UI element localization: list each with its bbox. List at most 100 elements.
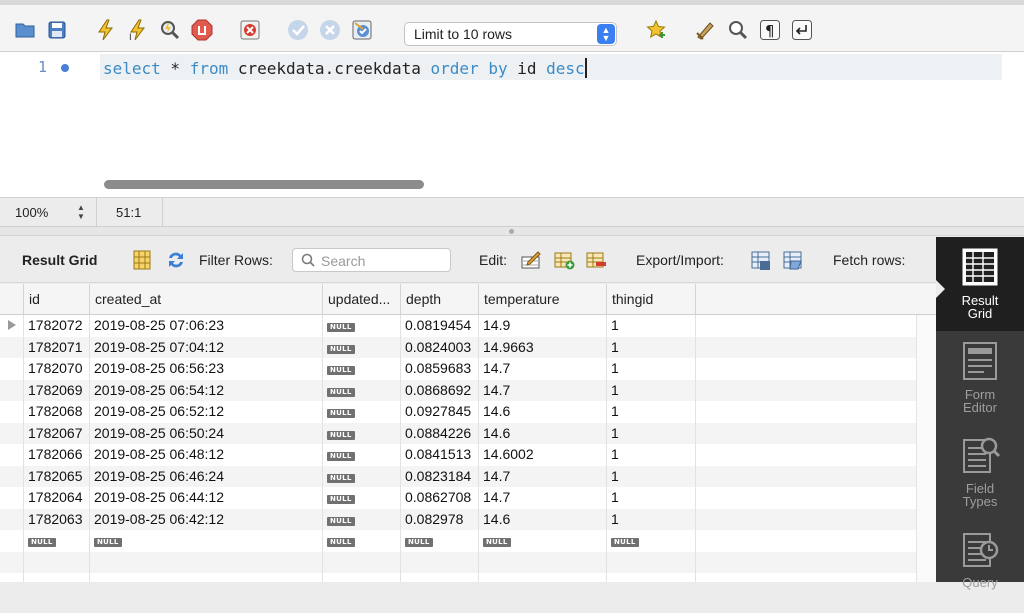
cell-thingid[interactable]: 1 bbox=[607, 379, 696, 401]
cell-depth[interactable]: 0.0884226 bbox=[401, 422, 479, 444]
column-header-thingid[interactable]: thingid bbox=[607, 284, 696, 315]
cell-depth[interactable]: 0.0841513 bbox=[401, 444, 479, 466]
cell-temperature[interactable]: 14.9663 bbox=[479, 336, 607, 358]
beautify-icon[interactable] bbox=[694, 18, 718, 42]
cell-temperature[interactable]: 14.7 bbox=[479, 465, 607, 487]
table-row[interactable]: 1782067 2019-08-25 06:50:24 NULL 0.0884226 1… bbox=[0, 422, 916, 444]
execute-icon[interactable] bbox=[94, 18, 118, 42]
cell-thingid[interactable]: 1 bbox=[607, 358, 696, 380]
row-header[interactable] bbox=[0, 358, 24, 380]
cell-updated-at[interactable]: NULL bbox=[323, 508, 401, 530]
table-row[interactable]: 1782063 2019-08-25 06:42:12 NULL 0.082978 14… bbox=[0, 508, 916, 530]
cell-thingid[interactable]: 1 bbox=[607, 401, 696, 423]
cell-created-at[interactable]: 2019-08-25 06:48:12 bbox=[90, 444, 323, 466]
cell-depth[interactable]: 0.0824003 bbox=[401, 336, 479, 358]
sql-statement[interactable]: select * from creekdata.creekdata order … bbox=[103, 58, 587, 78]
cell-id[interactable]: 1782071 bbox=[24, 336, 90, 358]
side-tab-field-types[interactable]: Field Types bbox=[936, 425, 1024, 519]
cell-depth[interactable]: 0.0868692 bbox=[401, 379, 479, 401]
cell-depth[interactable]: NULL bbox=[401, 530, 479, 552]
table-row[interactable]: 1782068 2019-08-25 06:52:12 NULL 0.0927845 1… bbox=[0, 401, 916, 423]
cell-thingid[interactable]: 1 bbox=[607, 465, 696, 487]
column-header-id[interactable]: id bbox=[24, 284, 90, 315]
row-header[interactable] bbox=[0, 508, 24, 530]
row-header[interactable] bbox=[0, 465, 24, 487]
cell-updated-at[interactable]: NULL bbox=[323, 401, 401, 423]
delete-row-icon[interactable] bbox=[585, 249, 607, 271]
rollback-icon[interactable] bbox=[318, 18, 342, 42]
cell-created-at[interactable]: 2019-08-25 07:06:23 bbox=[90, 315, 323, 337]
editor-horizontal-scrollbar[interactable] bbox=[100, 176, 1002, 192]
scrollbar-thumb[interactable] bbox=[104, 180, 424, 189]
table-row[interactable]: 1782070 2019-08-25 06:56:23 NULL 0.0859683 1… bbox=[0, 358, 916, 380]
cell-depth[interactable]: 0.082978 bbox=[401, 508, 479, 530]
result-grid[interactable]: id created_at updated... depth temperatu… bbox=[0, 284, 936, 582]
zoom-level[interactable]: 100% bbox=[15, 205, 48, 220]
cell-id[interactable]: 1782070 bbox=[24, 358, 90, 380]
limit-rows-select[interactable]: Limit to 10 rows ▲ ▼ bbox=[404, 22, 617, 46]
filter-search-box[interactable] bbox=[292, 248, 451, 272]
cell-created-at[interactable]: NULL bbox=[90, 530, 323, 552]
grid-vertical-scrollbar[interactable] bbox=[916, 315, 936, 582]
row-header[interactable] bbox=[0, 422, 24, 444]
row-header[interactable] bbox=[0, 315, 24, 337]
cell-depth[interactable]: 0.0823184 bbox=[401, 465, 479, 487]
cell-depth[interactable]: 0.0819454 bbox=[401, 315, 479, 337]
sql-editor[interactable]: 1 select * from creekdata.creekdata orde… bbox=[0, 52, 1024, 197]
stop-icon[interactable] bbox=[190, 18, 214, 42]
row-header[interactable] bbox=[0, 401, 24, 423]
explain-icon[interactable] bbox=[158, 18, 182, 42]
column-header-depth[interactable]: depth bbox=[401, 284, 479, 315]
autocommit-icon[interactable] bbox=[350, 18, 374, 42]
cell-thingid[interactable]: 1 bbox=[607, 336, 696, 358]
cell-depth[interactable]: 0.0927845 bbox=[401, 401, 479, 423]
cell-id[interactable]: 1782065 bbox=[24, 465, 90, 487]
row-header[interactable] bbox=[0, 487, 24, 509]
row-header[interactable] bbox=[0, 444, 24, 466]
cell-temperature[interactable]: 14.6 bbox=[479, 422, 607, 444]
cell-thingid[interactable]: 1 bbox=[607, 508, 696, 530]
table-row[interactable]: 1782064 2019-08-25 06:44:12 NULL 0.0862708 1… bbox=[0, 487, 916, 509]
cell-updated-at[interactable]: NULL bbox=[323, 315, 401, 337]
cell-thingid[interactable]: 1 bbox=[607, 315, 696, 337]
cell-created-at[interactable]: 2019-08-25 06:44:12 bbox=[90, 487, 323, 509]
cell-temperature[interactable]: 14.7 bbox=[479, 358, 607, 380]
pane-splitter[interactable] bbox=[0, 227, 1024, 236]
table-row[interactable]: 1782072 2019-08-25 07:06:23 NULL 0.0819454 1… bbox=[0, 315, 916, 337]
side-tab-query-stats[interactable]: Query bbox=[936, 519, 1024, 613]
cell-updated-at[interactable]: NULL bbox=[323, 465, 401, 487]
table-row[interactable]: 1782069 2019-08-25 06:54:12 NULL 0.0868692 1… bbox=[0, 379, 916, 401]
refresh-icon[interactable] bbox=[165, 249, 187, 271]
cell-id[interactable]: 1782063 bbox=[24, 508, 90, 530]
cell-thingid[interactable]: 1 bbox=[607, 444, 696, 466]
cell-temperature[interactable]: 14.7 bbox=[479, 379, 607, 401]
row-header[interactable] bbox=[0, 530, 24, 552]
cell-created-at[interactable]: 2019-08-25 06:50:24 bbox=[90, 422, 323, 444]
export-icon[interactable] bbox=[750, 249, 772, 271]
cell-updated-at[interactable]: NULL bbox=[323, 444, 401, 466]
cell-created-at[interactable]: 2019-08-25 06:52:12 bbox=[90, 401, 323, 423]
edit-row-icon[interactable] bbox=[520, 249, 542, 271]
import-icon[interactable] bbox=[782, 249, 804, 271]
cell-thingid[interactable]: 1 bbox=[607, 487, 696, 509]
side-tab-form-editor[interactable]: Form Editor bbox=[936, 331, 1024, 425]
row-header[interactable] bbox=[0, 336, 24, 358]
cell-depth[interactable]: 0.0862708 bbox=[401, 487, 479, 509]
cell-updated-at[interactable]: NULL bbox=[323, 530, 401, 552]
save-icon[interactable] bbox=[45, 18, 69, 42]
zoom-stepper-icon[interactable]: ▲ ▼ bbox=[72, 202, 90, 222]
cell-updated-at[interactable]: NULL bbox=[323, 487, 401, 509]
cell-temperature[interactable]: 14.7 bbox=[479, 487, 607, 509]
cell-temperature[interactable]: 14.9 bbox=[479, 315, 607, 337]
commit-icon[interactable] bbox=[286, 18, 310, 42]
table-row[interactable]: 1782065 2019-08-25 06:46:24 NULL 0.0823184 1… bbox=[0, 465, 916, 487]
cell-updated-at[interactable]: NULL bbox=[323, 422, 401, 444]
table-row[interactable]: 1782071 2019-08-25 07:04:12 NULL 0.0824003 1… bbox=[0, 336, 916, 358]
cell-id[interactable]: NULL bbox=[24, 530, 90, 552]
cell-created-at[interactable]: 2019-08-25 06:54:12 bbox=[90, 379, 323, 401]
cell-id[interactable]: 1782068 bbox=[24, 401, 90, 423]
toggle-columns-icon[interactable] bbox=[131, 249, 153, 271]
cell-thingid[interactable]: NULL bbox=[607, 530, 696, 552]
execute-current-icon[interactable]: I bbox=[126, 18, 150, 42]
find-icon[interactable] bbox=[726, 18, 750, 42]
